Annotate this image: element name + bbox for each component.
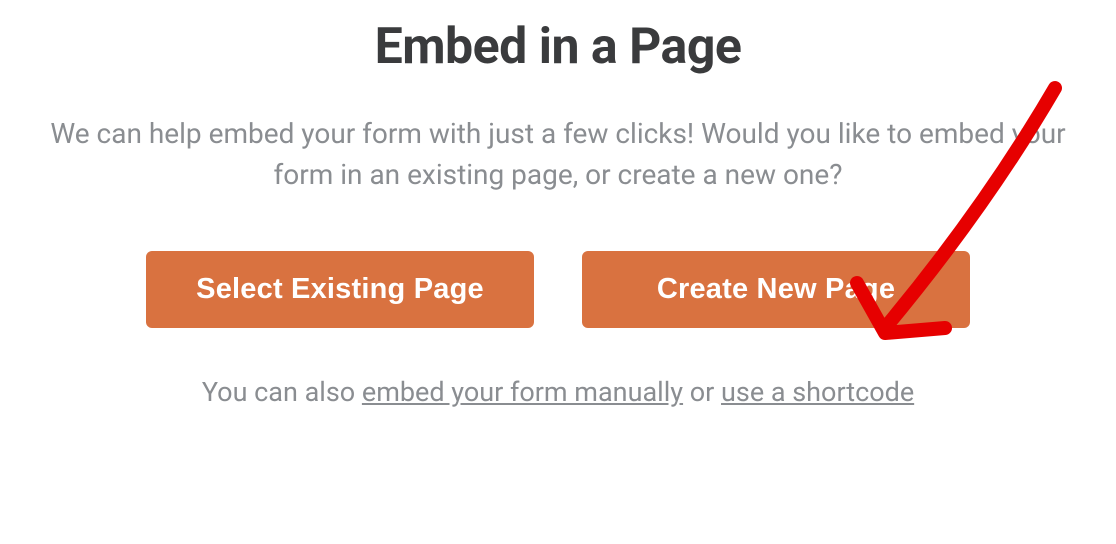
footer-middle: or (683, 376, 721, 408)
embed-manually-link[interactable]: embed your form manually (362, 376, 683, 408)
footer-text: You can also embed your form manually or… (202, 376, 914, 408)
button-row: Select Existing Page Create New Page (146, 251, 970, 328)
create-new-page-button[interactable]: Create New Page (582, 251, 970, 328)
footer-prefix: You can also (202, 376, 362, 408)
select-existing-page-button[interactable]: Select Existing Page (146, 251, 534, 328)
use-shortcode-link[interactable]: use a shortcode (721, 376, 914, 408)
page-title: Embed in a Page (375, 18, 742, 76)
embed-description: We can help embed your form with just a … (28, 114, 1088, 195)
